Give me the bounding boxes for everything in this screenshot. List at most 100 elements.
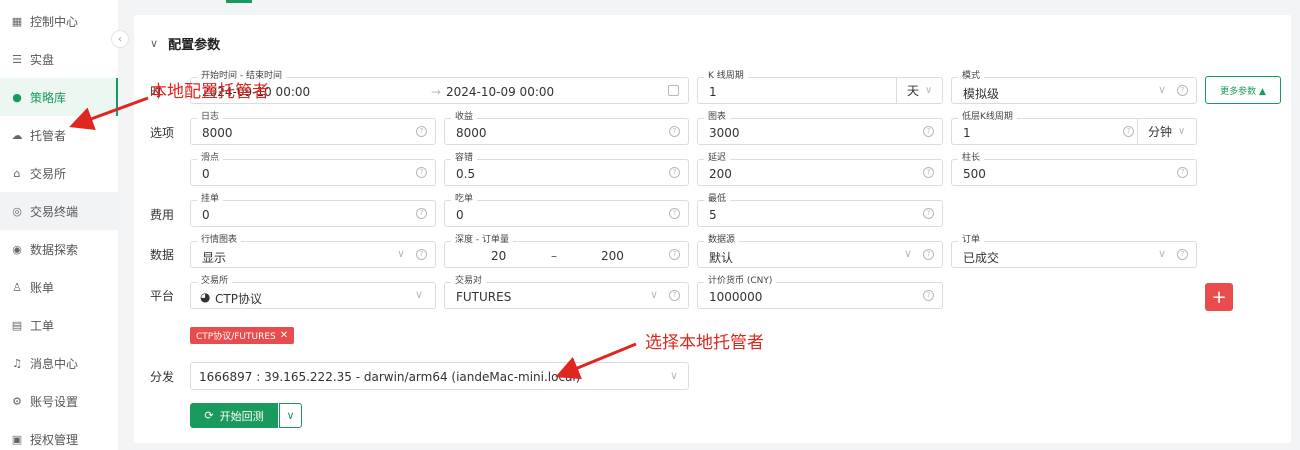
- auth-icon: ▣: [11, 432, 23, 446]
- list-icon: ☰: [12, 52, 22, 66]
- chevron-down-icon: ∨: [925, 85, 933, 96]
- low-kline-value[interactable]: 1: [963, 126, 971, 140]
- help-icon[interactable]: ?: [1123, 126, 1134, 137]
- bar-length-value[interactable]: 500: [963, 167, 986, 181]
- chart-value[interactable]: 3000: [709, 126, 740, 140]
- help-icon[interactable]: ?: [416, 249, 427, 260]
- bar-length-field[interactable]: 柱长 500 ?: [951, 153, 1197, 186]
- settings-icon: ⚙: [12, 394, 22, 408]
- field-label: 交易对: [451, 276, 487, 287]
- row-label-platform: 平台: [150, 289, 175, 303]
- chevron-down-icon: ∨: [649, 288, 658, 301]
- sidebar-item-host[interactable]: ☁ 托管者: [0, 116, 118, 154]
- taker-fee-value[interactable]: 0: [456, 208, 464, 222]
- help-icon[interactable]: ?: [416, 126, 427, 137]
- tag-label: CTP协议/FUTURES: [196, 332, 276, 342]
- kline-period-field[interactable]: K 线周期 1 天 ∨: [697, 71, 943, 104]
- chevron-down-icon: ∨: [1157, 247, 1166, 260]
- profit-value[interactable]: 8000: [456, 126, 487, 140]
- taker-fee-field[interactable]: 吃单 0 ?: [444, 194, 689, 227]
- help-icon[interactable]: ?: [669, 249, 680, 260]
- pair-value: FUTURES: [456, 290, 512, 304]
- help-icon[interactable]: ?: [1177, 249, 1188, 260]
- profit-field[interactable]: 收益 8000 ?: [444, 112, 689, 145]
- delay-field[interactable]: 延迟 200 ?: [697, 153, 943, 186]
- sidebar-item-explore[interactable]: ◉ 数据探索: [0, 230, 118, 268]
- log-field[interactable]: 日志 8000 ?: [190, 112, 436, 145]
- depth-to-value[interactable]: 200: [601, 249, 624, 263]
- sidebar-item-account[interactable]: ⚙ 账号设置: [0, 382, 118, 420]
- help-icon[interactable]: ?: [669, 167, 680, 178]
- maker-fee-field[interactable]: 挂单 0 ?: [190, 194, 436, 227]
- order-select[interactable]: 订单 已成交 ∨ ?: [951, 235, 1197, 268]
- sidebar-item-strategy[interactable]: ● 策略库: [0, 78, 118, 116]
- sidebar-item-live[interactable]: ☰ 实盘: [0, 40, 118, 78]
- market-chart-select[interactable]: 行情图表 显示 ∨ ?: [190, 235, 436, 268]
- annotation-local-host: 本地配置托管者: [150, 82, 269, 102]
- delay-value[interactable]: 200: [709, 167, 732, 181]
- help-icon[interactable]: ?: [923, 290, 934, 301]
- sidebar-item-terminal[interactable]: ◎ 交易终端: [0, 192, 118, 230]
- maker-fee-value[interactable]: 0: [202, 208, 210, 222]
- mode-select[interactable]: 模式 模拟级 ∨ ?: [951, 71, 1197, 104]
- slippage-field[interactable]: 滑点 0 ?: [190, 153, 436, 186]
- host-select[interactable]: 1666897 : 39.165.222.35 - darwin/arm64 (…: [190, 362, 689, 390]
- slippage-value[interactable]: 0: [202, 167, 210, 181]
- sidebar-item-bill[interactable]: ♙ 账单: [0, 268, 118, 306]
- exchange-value: CTP协议: [215, 292, 262, 306]
- chevron-down-icon: ∨: [903, 247, 912, 260]
- sidebar-item-exchange[interactable]: ⌂ 交易所: [0, 154, 118, 192]
- help-icon[interactable]: ?: [1177, 167, 1188, 178]
- help-icon[interactable]: ?: [923, 208, 934, 219]
- field-label: 交易所: [197, 276, 233, 287]
- sidebar-item-ticket[interactable]: ▤ 工单: [0, 306, 118, 344]
- min-fee-value[interactable]: 5: [709, 208, 717, 222]
- more-params-button[interactable]: 更多参数 ▲: [1205, 76, 1281, 104]
- help-icon[interactable]: ?: [416, 167, 427, 178]
- tolerance-field[interactable]: 容错 0.5 ?: [444, 153, 689, 186]
- help-icon[interactable]: ?: [669, 126, 680, 137]
- cloud-icon: ☁: [11, 128, 23, 142]
- low-kline-unit-select[interactable]: 分钟 ∨: [1137, 119, 1196, 144]
- quote-currency-field[interactable]: 计价货币 (CNY) 1000000 ?: [697, 276, 943, 309]
- min-fee-field[interactable]: 最低 5 ?: [697, 194, 943, 227]
- pair-select[interactable]: 交易对 FUTURES ∨ ?: [444, 276, 689, 309]
- depth-field[interactable]: 深度 - 订单量 20 – 200 ?: [444, 235, 689, 268]
- kline-unit-select[interactable]: 天 ∨: [896, 78, 942, 103]
- backtest-dropdown-button[interactable]: ∨: [279, 403, 302, 428]
- section-header[interactable]: ∨ 配置参数: [150, 34, 220, 53]
- market-chart-value: 显示: [202, 251, 227, 265]
- sidebar-collapse-button[interactable]: ‹: [111, 30, 129, 48]
- field-label: 数据源: [704, 235, 740, 246]
- start-backtest-button[interactable]: ⟳ 开始回测: [190, 403, 278, 428]
- close-icon[interactable]: ✕: [280, 330, 288, 341]
- row-label-data: 数据: [150, 248, 175, 262]
- help-icon[interactable]: ?: [1177, 85, 1188, 96]
- depth-from-value[interactable]: 20: [491, 249, 506, 263]
- field-label: 计价货币 (CNY): [704, 276, 777, 287]
- log-value[interactable]: 8000: [202, 126, 233, 140]
- help-icon[interactable]: ?: [923, 167, 934, 178]
- sidebar-item-auth[interactable]: ▣ 授权管理: [0, 420, 118, 450]
- chart-field[interactable]: 图表 3000 ?: [697, 112, 943, 145]
- kline-period-value[interactable]: 1: [709, 85, 717, 99]
- end-time[interactable]: 2024-10-09 00:00: [446, 85, 554, 99]
- exchange-logo-icon: ◕: [200, 290, 211, 304]
- sidebar-item-dashboard[interactable]: ▦ 控制中心: [0, 2, 118, 40]
- exchange-select[interactable]: 交易所 ◕ CTP协议 ∨: [190, 276, 436, 309]
- chevron-down-icon: ∨: [286, 409, 295, 422]
- field-label: 吃单: [451, 194, 478, 205]
- add-platform-button[interactable]: +: [1205, 283, 1233, 311]
- tolerance-value[interactable]: 0.5: [456, 167, 475, 181]
- sidebar-item-messages[interactable]: ♫ 消息中心: [0, 344, 118, 382]
- quote-value[interactable]: 1000000: [709, 290, 762, 304]
- help-icon[interactable]: ?: [669, 290, 680, 301]
- help-icon[interactable]: ?: [416, 208, 427, 219]
- help-icon[interactable]: ?: [923, 126, 934, 137]
- low-kline-field[interactable]: 低层K线周期 1 ? 分钟 ∨: [951, 112, 1197, 145]
- field-label: 最低: [704, 194, 731, 205]
- data-source-select[interactable]: 数据源 默认 ∨ ?: [697, 235, 943, 268]
- help-icon[interactable]: ?: [923, 249, 934, 260]
- sidebar-item-label: 数据探索: [30, 242, 79, 257]
- help-icon[interactable]: ?: [669, 208, 680, 219]
